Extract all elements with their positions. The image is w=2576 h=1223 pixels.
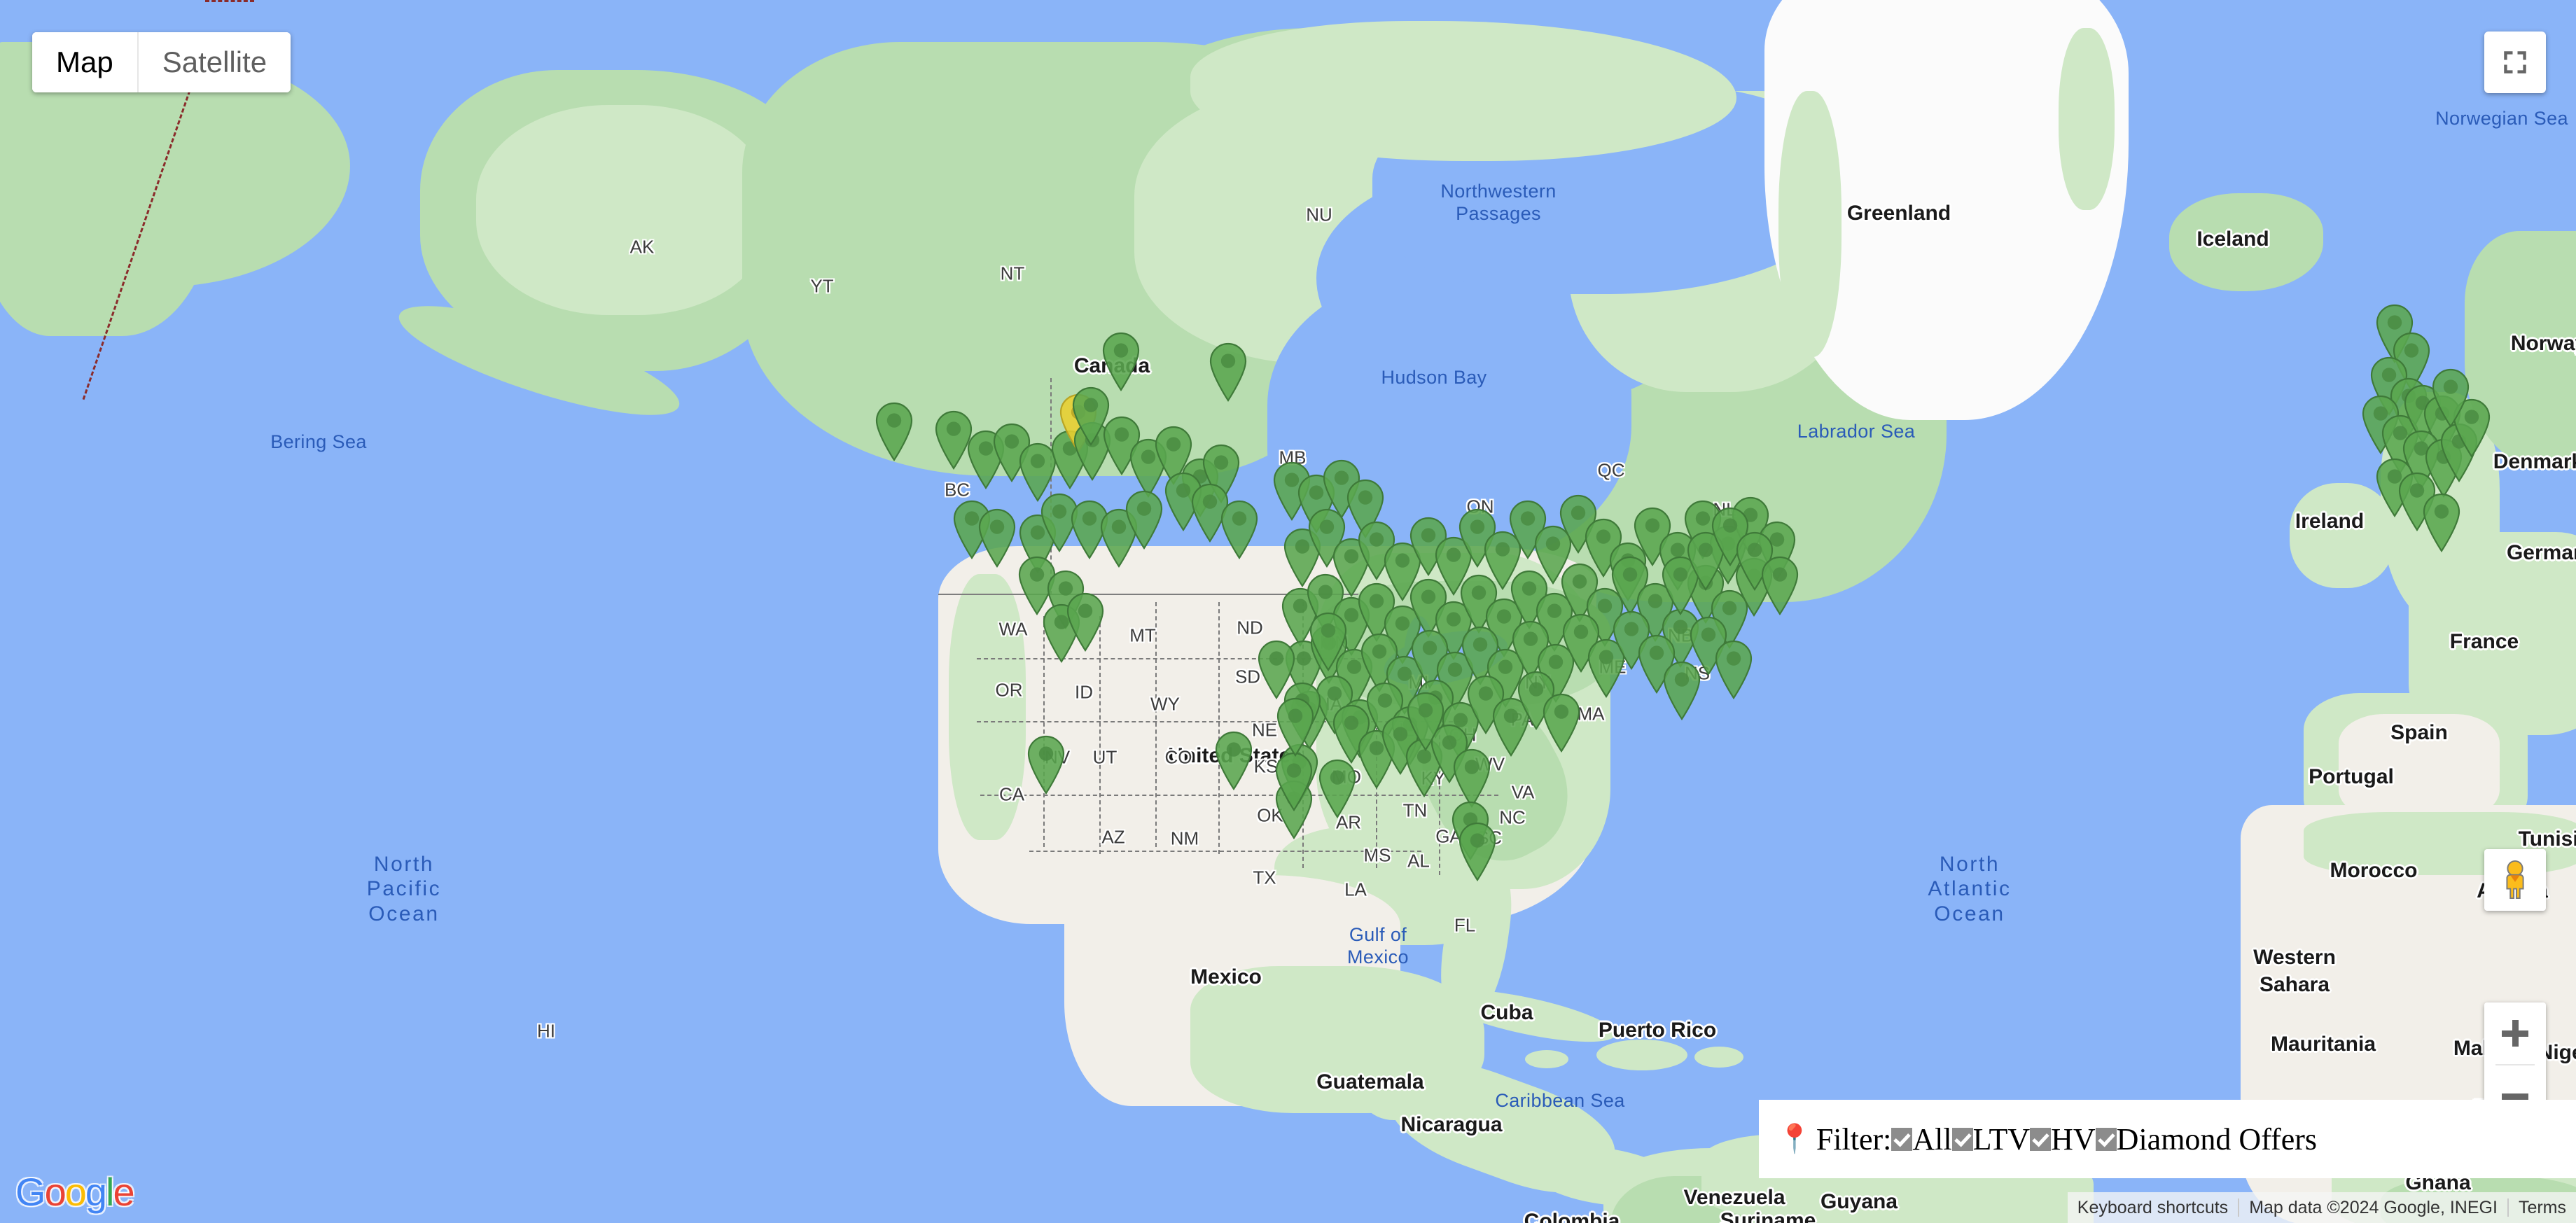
map-label-water: North Atlantic Ocean (1928, 852, 2012, 925)
pegman-button[interactable] (2484, 849, 2546, 911)
google-logo: Google (15, 1169, 135, 1215)
international-date-line (205, 0, 254, 2)
map-label-water: Norwegian Sea (2435, 108, 2568, 130)
filter-panel[interactable]: 📍 Filter: All LTV HV Diamond Offers (1759, 1100, 2576, 1178)
landmass-jamaica (1525, 1050, 1568, 1068)
map-label-state: HI (537, 1020, 555, 1042)
map-label-water: Bering Sea (270, 431, 367, 453)
map-marker[interactable] (1272, 752, 1316, 812)
border-state-v4 (1218, 602, 1221, 854)
fullscreen-icon (2504, 51, 2526, 74)
map-canvas[interactable]: CanadaGreenlandIcelandUnited StatesMexic… (0, 0, 2576, 1223)
filter-checkbox-ltv[interactable] (1951, 1127, 1973, 1151)
map-marker[interactable] (1307, 612, 1350, 672)
map-marker[interactable] (2420, 493, 2463, 553)
map-marker[interactable] (1218, 500, 1261, 560)
fullscreen-button[interactable] (2484, 32, 2546, 93)
google-logo-letter: g (85, 1170, 107, 1214)
map-type-control[interactable]: Map Satellite (32, 32, 291, 92)
filter-checkbox-hv[interactable] (2030, 1127, 2052, 1151)
map-marker[interactable] (1212, 731, 1255, 791)
map-marker[interactable] (1316, 759, 1359, 819)
filter-label-hv[interactable]: HV (2051, 1121, 2096, 1157)
map-label-water: North Pacific Ocean (366, 852, 442, 925)
map-type-button-map[interactable]: Map (32, 32, 137, 92)
landmass-alaska-interior (476, 105, 770, 315)
landmass-iberia-interior (2339, 714, 2500, 819)
map-marker[interactable] (1099, 332, 1143, 392)
google-logo-letter: o (64, 1170, 87, 1214)
map-marker[interactable] (1456, 822, 1499, 882)
map-marker[interactable] (1404, 692, 1447, 752)
border-state-h4 (1029, 851, 1421, 852)
google-logo-letter: G (15, 1170, 46, 1214)
plus-icon (2502, 1020, 2528, 1047)
map-label-country: Puerto Rico (1598, 1019, 1717, 1042)
map-marker[interactable] (1540, 693, 1583, 753)
map-marker[interactable] (1712, 640, 1755, 700)
vegetation-greenland-coast (1778, 91, 1842, 357)
google-logo-letter: l (106, 1170, 115, 1214)
map-marker[interactable] (1064, 592, 1107, 652)
zoom-in-button[interactable] (2484, 1002, 2546, 1064)
keyboard-shortcuts-link[interactable]: Keyboard shortcuts (2068, 1192, 2238, 1223)
map-marker[interactable] (872, 402, 916, 462)
filter-label-ltv[interactable]: LTV (1973, 1121, 2031, 1157)
terms-link[interactable]: Terms (2509, 1192, 2576, 1223)
map-data-credit: Map data ©2024 Google, INEGI (2249, 1198, 2498, 1217)
map-attribution-bar: Keyboard shortcuts Map data ©2024 Google… (2067, 1192, 2576, 1223)
landmass-hispaniola (1596, 1040, 1687, 1070)
landmass-iceland (2169, 193, 2323, 291)
filter-checkbox-diamond-offers[interactable] (2095, 1127, 2117, 1151)
filter-label-diamond-offers[interactable]: Diamond Offers (2117, 1121, 2317, 1157)
map-marker[interactable] (1450, 748, 1494, 809)
google-logo-letter: e (113, 1170, 134, 1214)
filter-label-all[interactable]: All (1912, 1121, 1951, 1157)
map-marker[interactable] (1274, 697, 1317, 757)
map-marker[interactable] (2429, 368, 2472, 428)
vegetation-greenland-coast-east (2059, 28, 2115, 210)
map-marker[interactable] (1122, 490, 1166, 550)
landmass-arctic-islands (1190, 21, 1736, 161)
minus-icon (2502, 1093, 2528, 1100)
map-application: CanadaGreenlandIcelandUnited StatesMexic… (0, 0, 2576, 1223)
pegman-icon (2506, 860, 2524, 900)
map-pin-icon: 📍 (1777, 1123, 1812, 1154)
map-marker[interactable] (975, 508, 1019, 568)
landmass-puerto-rico (1694, 1047, 1743, 1068)
border-state-v3 (1155, 602, 1158, 847)
filter-label: Filter: (1816, 1121, 1892, 1156)
map-type-button-satellite[interactable]: Satellite (137, 32, 291, 92)
filter-options[interactable]: All LTV HV Diamond Offers (1891, 1121, 2317, 1157)
map-marker[interactable] (1758, 556, 1802, 616)
filter-checkbox-all[interactable] (1891, 1127, 1913, 1151)
vegetation-usa-west-coast (949, 574, 1026, 840)
map-marker[interactable] (1206, 342, 1250, 403)
map-marker[interactable] (1024, 735, 1068, 795)
google-logo-letter: o (44, 1170, 67, 1214)
